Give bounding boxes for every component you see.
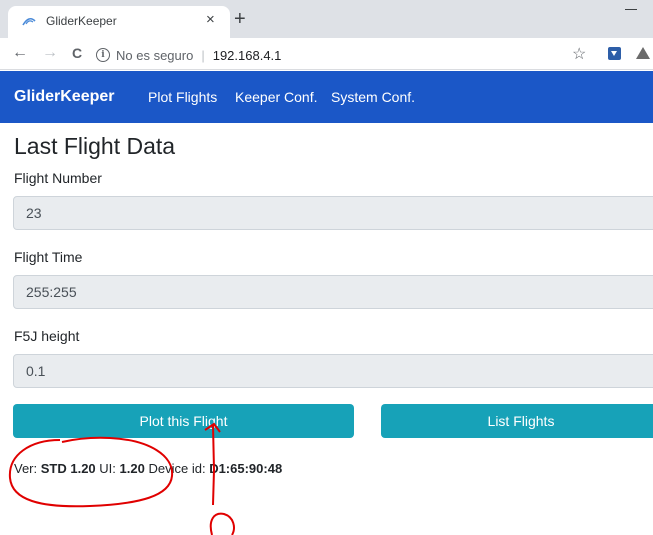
f5j-height-label: F5J height <box>14 328 80 344</box>
app-navbar: GliderKeeper Plot Flights Keeper Conf. S… <box>0 71 653 123</box>
nav-plot-flights[interactable]: Plot Flights <box>148 89 217 105</box>
device-id-label: Device id: <box>148 461 206 476</box>
ver-value: STD 1.20 <box>40 461 96 476</box>
flight-time-label: Flight Time <box>14 249 83 265</box>
nav-system-conf[interactable]: System Conf. <box>331 89 415 105</box>
device-id-value: D1:65:90:48 <box>209 461 283 476</box>
annotation-loop <box>209 512 235 535</box>
tab-title: GliderKeeper <box>46 14 117 28</box>
nav-keeper-conf[interactable]: Keeper Conf. <box>235 89 318 105</box>
bookmark-star-icon[interactable]: ☆ <box>572 44 586 64</box>
f5j-height-field[interactable]: 0.1 <box>13 354 653 388</box>
security-status: No es seguro <box>116 47 194 63</box>
drive-extension-icon[interactable] <box>636 47 650 59</box>
ver-label: Ver: <box>14 461 38 476</box>
back-arrow-icon[interactable]: ← <box>12 44 28 62</box>
browser-tab[interactable]: GliderKeeper × <box>8 6 230 38</box>
brand-logo[interactable]: GliderKeeper <box>14 88 114 106</box>
info-icon[interactable]: i <box>96 48 110 62</box>
page: GliderKeeper × + ← → C i No es seguro | … <box>0 0 653 535</box>
list-flights-button[interactable]: List Flights <box>381 404 653 438</box>
flight-time-field[interactable]: 255:255 <box>13 275 653 309</box>
glider-favicon-icon <box>22 17 36 26</box>
minimize-icon[interactable] <box>625 0 637 10</box>
ui-label: UI: <box>99 461 116 476</box>
flight-number-label: Flight Number <box>14 170 102 186</box>
download-extension-icon[interactable] <box>608 47 621 60</box>
page-title: Last Flight Data <box>14 133 176 159</box>
omnibox-separator: | <box>201 47 205 63</box>
url-text: 192.168.4.1 <box>212 47 282 63</box>
version-info: Ver: STD 1.20 UI: 1.20 Device id: D1:65:… <box>14 461 282 476</box>
browser-addressbar: ← → C i No es seguro | 192.168.4.1 ☆ <box>0 38 653 70</box>
flight-number-field[interactable]: 23 <box>13 196 653 230</box>
reload-icon[interactable]: C <box>72 44 82 62</box>
tab-close-icon[interactable]: × <box>206 11 215 28</box>
ui-value: 1.20 <box>119 461 145 476</box>
browser-tabstrip: GliderKeeper × + <box>0 0 653 38</box>
new-tab-icon[interactable]: + <box>234 9 246 29</box>
url-omnibox[interactable]: i No es seguro | 192.168.4.1 <box>96 42 636 68</box>
forward-arrow-icon[interactable]: → <box>42 44 58 62</box>
plot-this-flight-button[interactable]: Plot this Flight <box>13 404 354 438</box>
